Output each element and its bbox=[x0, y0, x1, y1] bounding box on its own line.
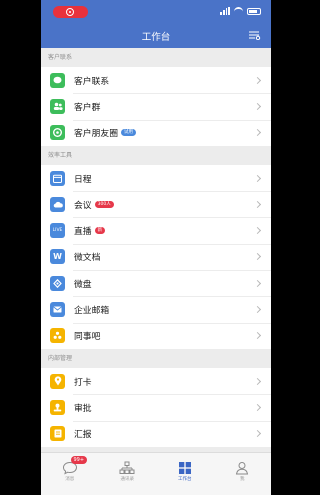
chevron-right-icon bbox=[253, 102, 262, 110]
status-badge: 新 bbox=[94, 226, 106, 235]
status-badge: 试用 bbox=[121, 128, 136, 137]
list-item-label: 日程 bbox=[74, 174, 92, 185]
list-item-label: 微文档 bbox=[74, 253, 101, 264]
list-item[interactable]: 审批 bbox=[41, 394, 271, 421]
tab-workbench[interactable]: 工作台 bbox=[156, 453, 214, 495]
customer-group-icon bbox=[50, 98, 65, 114]
workbench-icon bbox=[177, 460, 193, 474]
chevron-right-icon bbox=[253, 377, 262, 385]
list-item[interactable]: 客户朋友圈 试用 bbox=[41, 119, 271, 146]
tab-message[interactable]: 消息 99+ bbox=[41, 453, 99, 495]
page-title: 工作台 bbox=[141, 32, 171, 43]
list-item-label: 审批 bbox=[74, 403, 92, 414]
chevron-right-icon bbox=[253, 403, 262, 411]
settings-button[interactable] bbox=[249, 30, 261, 40]
meeting-cloud-icon bbox=[50, 196, 65, 212]
list-item[interactable]: 会议 300人 bbox=[41, 191, 271, 218]
chevron-right-icon bbox=[253, 430, 262, 438]
chevron-right-icon bbox=[253, 129, 262, 137]
report-icon bbox=[50, 426, 65, 442]
list-item-label: 客户朋友圈 bbox=[74, 129, 118, 140]
list-item-label: 同事吧 bbox=[74, 332, 101, 343]
icon-text: W bbox=[53, 252, 62, 262]
tab-label: 我 bbox=[240, 477, 245, 482]
system-status-icons bbox=[220, 7, 261, 15]
wifi-icon bbox=[234, 7, 243, 15]
tab-label: 通讯录 bbox=[120, 477, 135, 482]
chevron-right-icon bbox=[253, 200, 262, 208]
phone-screen: 工作台 客户联系 客户联系 客户群 客户朋友圈 试用 效率工具 日程 会议 300人 LIVE 直播… bbox=[41, 0, 271, 495]
list-item[interactable]: LIVE 直播新 bbox=[41, 217, 271, 244]
list-item-label: 打卡 bbox=[74, 377, 92, 388]
chevron-right-icon bbox=[253, 332, 262, 340]
status-badge: 300人 bbox=[94, 200, 114, 209]
list-item-label: 客户群 bbox=[74, 102, 101, 113]
app-header: 工作台 bbox=[41, 0, 271, 48]
battery-icon bbox=[247, 7, 261, 15]
calendar-icon bbox=[50, 170, 65, 186]
list-item[interactable]: 汇报 bbox=[41, 420, 271, 447]
list-item-label: 微盘 bbox=[74, 279, 92, 290]
list-item[interactable]: W 微文档 bbox=[41, 243, 271, 271]
unread-badge: 99+ bbox=[71, 456, 87, 464]
chevron-right-icon bbox=[253, 76, 262, 84]
section-header: 内部管理 bbox=[48, 354, 73, 362]
approval-icon bbox=[50, 399, 65, 415]
document-icon: W bbox=[50, 249, 65, 265]
wechat-contact-icon bbox=[50, 72, 65, 88]
mail-icon bbox=[50, 302, 65, 318]
chevron-right-icon bbox=[253, 227, 262, 235]
settings-sliders-icon bbox=[249, 31, 261, 40]
list-item-label: 汇报 bbox=[74, 430, 92, 441]
list-item-label: 客户联系 bbox=[74, 76, 110, 87]
chevron-right-icon bbox=[253, 305, 262, 314]
tab-label: 工作台 bbox=[178, 477, 192, 482]
list-item[interactable]: 打卡 bbox=[41, 367, 271, 395]
live-icon: LIVE bbox=[50, 223, 65, 239]
list-item[interactable]: 日程 bbox=[41, 164, 271, 192]
tab-me[interactable]: 我 bbox=[214, 453, 272, 495]
list-item[interactable]: 微盘 bbox=[41, 270, 271, 297]
list-item[interactable]: 客户联系 bbox=[41, 67, 271, 94]
section-header: 效率工具 bbox=[48, 151, 73, 159]
chevron-right-icon bbox=[253, 279, 262, 287]
contacts-icon bbox=[119, 460, 135, 474]
list-item-label: 会议 bbox=[74, 200, 92, 211]
moments-icon bbox=[50, 125, 65, 141]
list-item[interactable]: 客户群 bbox=[41, 93, 271, 120]
signal-icon bbox=[220, 7, 230, 15]
workbench-list: 客户联系 客户联系 客户群 客户朋友圈 试用 效率工具 日程 会议 300人 LIVE 直播新 W 微文… bbox=[41, 48, 271, 447]
tab-label: 消息 bbox=[65, 477, 75, 482]
record-icon bbox=[66, 8, 74, 16]
section-header: 客户联系 bbox=[48, 54, 73, 61]
colleague-icon bbox=[50, 328, 65, 344]
icon-text: LIVE bbox=[52, 228, 63, 234]
list-item-label: 直播 bbox=[74, 227, 92, 238]
tab-contacts[interactable]: 通讯录 bbox=[99, 453, 157, 495]
status-bar bbox=[41, 0, 271, 22]
me-icon bbox=[234, 460, 250, 475]
bottom-tab-bar: 消息 99+ 通讯录 工作台 我 bbox=[41, 452, 271, 495]
screen-recording-indicator[interactable] bbox=[53, 6, 88, 18]
checkin-pin-icon bbox=[50, 373, 65, 389]
drive-icon bbox=[50, 275, 65, 291]
list-item[interactable]: 企业邮箱 bbox=[41, 296, 271, 323]
list-item-label: 企业邮箱 bbox=[74, 306, 110, 317]
list-item[interactable]: 同事吧 bbox=[41, 322, 271, 349]
chevron-right-icon bbox=[253, 253, 262, 261]
chevron-right-icon bbox=[253, 174, 262, 182]
